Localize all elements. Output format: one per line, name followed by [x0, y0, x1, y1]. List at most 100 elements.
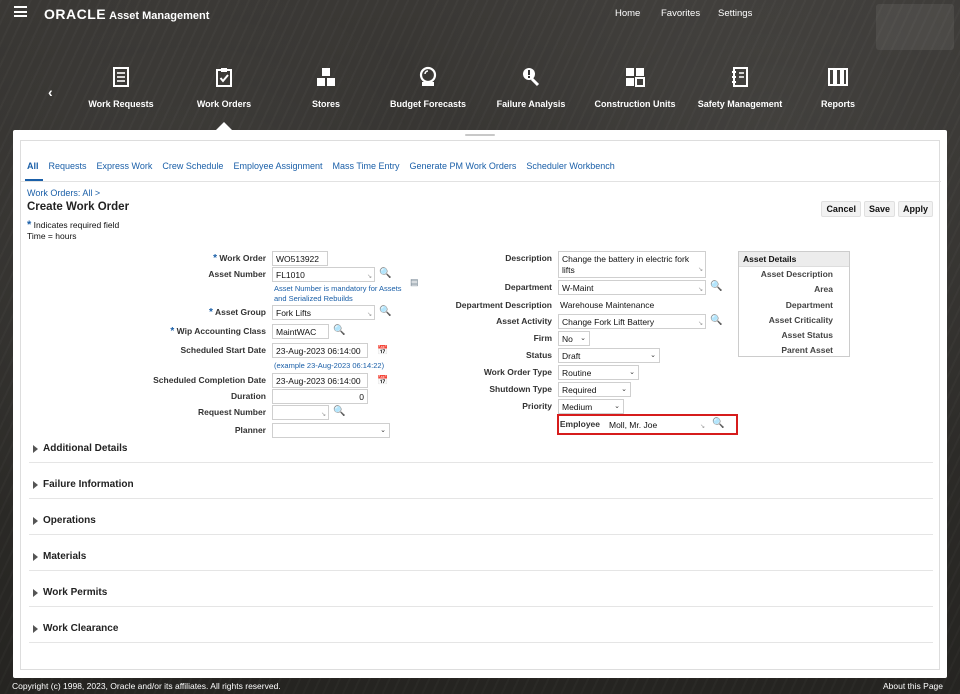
favorites-link[interactable]: Favorites — [661, 8, 700, 19]
tab-requests[interactable]: Requests — [49, 161, 87, 171]
puzzle-icon — [626, 68, 645, 87]
search-icon[interactable]: 🔍 — [379, 306, 391, 317]
asset-info-icon[interactable]: ▤ — [410, 277, 419, 288]
employee-field[interactable]: Moll, Mr. Joe ↘ — [605, 417, 708, 432]
sched-completion-field[interactable]: 23-Aug-2023 06:14:00 — [272, 373, 368, 388]
work-order-field[interactable]: WO513922 — [272, 251, 328, 266]
wrench-alert-icon — [523, 68, 540, 87]
search-icon[interactable]: 🔍 — [333, 406, 345, 417]
nav-construction-units[interactable]: Construction Units — [580, 60, 690, 109]
chevron-down-icon: ⌄ — [380, 427, 386, 434]
expand-triangle-icon — [33, 445, 38, 453]
shutdown-type-select[interactable]: Required ⌄ — [558, 382, 631, 397]
calendar-icon[interactable]: 📅 — [377, 375, 388, 386]
breadcrumb[interactable]: Work Orders: All > — [27, 188, 100, 198]
department-description-value: Warehouse Maintenance — [560, 300, 655, 310]
section-materials[interactable]: Materials — [29, 547, 933, 571]
calendar-icon[interactable]: 📅 — [377, 345, 388, 356]
status-select[interactable]: Draft ⌄ — [558, 348, 660, 363]
expand-triangle-icon — [33, 625, 38, 633]
panel-drag-handle[interactable] — [465, 134, 495, 136]
asset-group-field[interactable]: Fork Lifts ↘ — [272, 305, 375, 320]
search-icon[interactable]: 🔍 — [333, 325, 345, 336]
apply-button[interactable]: Apply — [897, 201, 933, 217]
tab-express-work[interactable]: Express Work — [97, 161, 153, 171]
employee-label: Employee — [559, 419, 600, 429]
resize-handle-icon: ↘ — [697, 321, 703, 327]
section-work-permits[interactable]: Work Permits — [29, 583, 933, 607]
chevron-down-icon: ⌄ — [629, 369, 635, 376]
menu-icon[interactable] — [14, 6, 27, 17]
required-star-icon: * — [170, 326, 175, 337]
section-operations[interactable]: Operations — [29, 511, 933, 535]
nav-safety-management[interactable]: Safety Management — [685, 60, 795, 109]
area-label: Area — [814, 284, 833, 295]
save-button[interactable]: Save — [863, 201, 895, 217]
navigation-bar: ‹ Work Requests Work Orders Stores Budge… — [0, 60, 960, 130]
department-field[interactable]: W-Maint ↘ — [558, 280, 706, 295]
user-area[interactable] — [876, 4, 954, 50]
tab-mass-time-entry[interactable]: Mass Time Entry — [332, 161, 399, 171]
asset-number-field[interactable]: FL1010 ↘ — [272, 267, 375, 282]
tab-crew-schedule[interactable]: Crew Schedule — [162, 161, 223, 171]
top-bar: ORACLE Asset Management Home Favorites Se… — [0, 0, 960, 50]
tab-employee-assignment[interactable]: Employee Assignment — [233, 161, 322, 171]
firm-select[interactable]: No ⌄ — [558, 331, 590, 346]
tab-scheduler-workbench[interactable]: Scheduler Workbench — [526, 161, 614, 171]
asset-activity-field[interactable]: Change Fork Lift Battery ↘ — [558, 314, 706, 329]
search-icon[interactable]: 🔍 — [712, 418, 724, 429]
about-page-link[interactable]: About this Page — [883, 681, 943, 691]
asset-group-label: * Asset Group — [209, 307, 266, 318]
asset-criticality-label: Asset Criticality — [768, 314, 833, 325]
work-order-label: * Work Order — [213, 253, 266, 264]
shutdown-type-label: Shutdown Type — [489, 384, 552, 394]
duration-label: Duration — [231, 391, 266, 401]
binder-icon — [732, 67, 748, 87]
asset-activity-label: Asset Activity — [496, 316, 552, 326]
wip-class-field[interactable]: MaintWAC — [272, 324, 329, 339]
search-icon[interactable]: 🔍 — [710, 281, 722, 292]
resize-handle-icon: ↘ — [320, 412, 326, 418]
priority-select[interactable]: Medium ⌄ — [558, 399, 624, 414]
search-icon[interactable]: 🔍 — [710, 315, 722, 326]
footer: Copyright (c) 1998, 2023, Oracle and/or … — [0, 678, 960, 694]
tab-generate-pm-work-orders[interactable]: Generate PM Work Orders — [410, 161, 517, 171]
nav-failure-analysis[interactable]: Failure Analysis — [476, 60, 586, 109]
chevron-down-icon: ⌄ — [614, 403, 620, 410]
work-order-type-select[interactable]: Routine ⌄ — [558, 365, 639, 380]
planner-select[interactable]: ⌄ — [272, 423, 390, 438]
work-order-type-label: Work Order Type — [483, 367, 552, 377]
settings-link[interactable]: Settings — [718, 8, 752, 19]
expand-triangle-icon — [33, 481, 38, 489]
tab-all[interactable]: All — [27, 161, 39, 171]
description-label: Description — [505, 253, 552, 263]
request-number-field[interactable]: ↘ — [272, 405, 329, 420]
chevron-down-icon: ⌄ — [621, 386, 627, 393]
nav-work-requests[interactable]: Work Requests — [66, 60, 176, 109]
search-icon[interactable]: 🔍 — [379, 268, 391, 279]
nav-stores[interactable]: Stores — [271, 60, 381, 109]
expand-triangle-icon — [33, 553, 38, 561]
duration-field[interactable]: 0 — [272, 389, 368, 404]
resize-handle-icon: ↘ — [366, 274, 372, 280]
cancel-button[interactable]: Cancel — [821, 201, 861, 217]
nav-budget-forecasts[interactable]: Budget Forecasts — [373, 60, 483, 109]
section-additional-details[interactable]: Additional Details — [29, 439, 933, 463]
chevron-left-icon[interactable]: ‹ — [48, 84, 53, 100]
asset-department-label: Department — [785, 299, 833, 310]
sched-start-field[interactable]: 23-Aug-2023 06:14:00 — [272, 343, 368, 358]
home-link[interactable]: Home — [615, 8, 640, 19]
section-work-clearance[interactable]: Work Clearance — [29, 619, 933, 643]
date-format-help: (example 23-Aug-2023 06:14:22) — [274, 361, 385, 370]
chevron-down-icon: ⌄ — [650, 352, 656, 359]
nav-reports[interactable]: Reports — [783, 60, 893, 109]
description-field[interactable]: Change the battery in electric fork lift… — [558, 251, 706, 278]
brand: ORACLE Asset Management — [44, 6, 209, 22]
active-nav-indicator — [216, 122, 232, 130]
section-failure-information[interactable]: Failure Information — [29, 475, 933, 499]
nav-work-orders[interactable]: Work Orders — [169, 60, 279, 109]
asset-details-title: Asset Details — [739, 252, 849, 267]
asset-number-help: Asset Number is mandatory for Assets and… — [274, 284, 402, 303]
parent-asset-label: Parent Asset — [781, 345, 833, 356]
app-name: Asset Management — [109, 10, 210, 22]
